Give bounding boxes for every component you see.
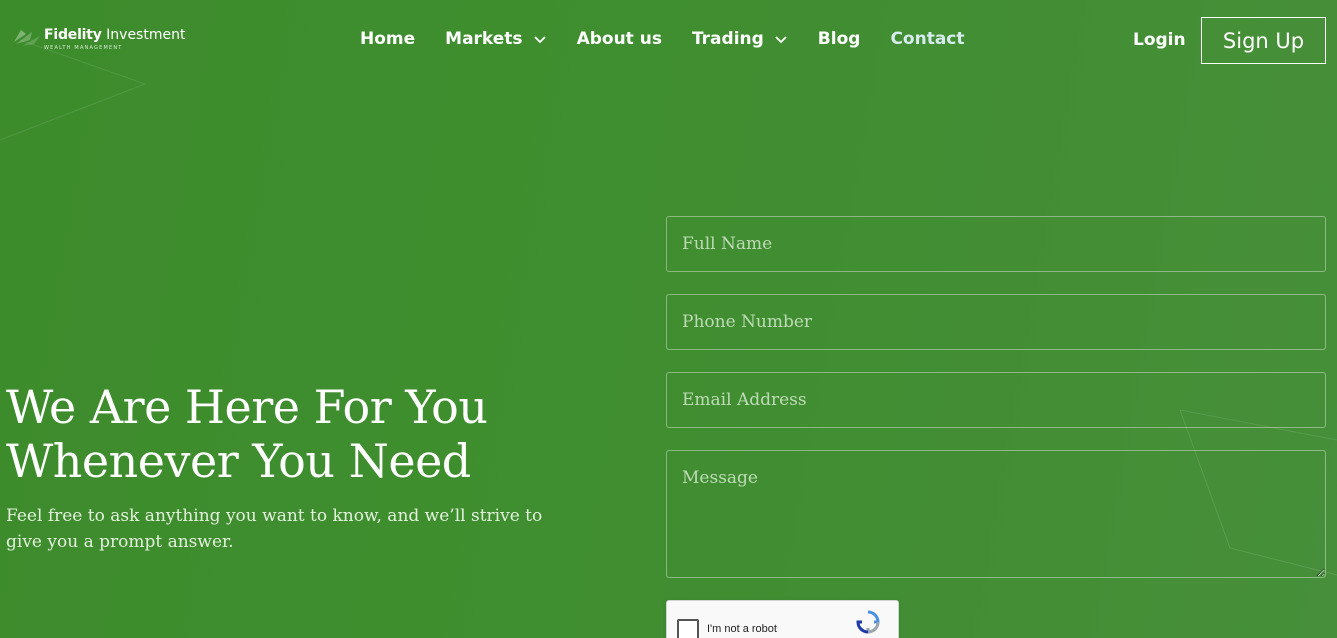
nav-item-about-us[interactable]: About us — [577, 27, 662, 51]
recaptcha-label: I'm not a robot — [707, 623, 777, 635]
brand-name-bold: Fidelity — [44, 27, 102, 43]
hero-subtitle: Feel free to ask anything you want to kn… — [6, 506, 543, 552]
hero-title-line-1: We Are Here For You — [6, 380, 488, 434]
nav-label: Markets — [445, 29, 523, 49]
nav-item-markets[interactable]: Markets — [445, 27, 546, 51]
recaptcha-icon — [856, 610, 880, 634]
email-address-input[interactable] — [666, 372, 1326, 428]
hero-title-line-2: Whenever You Need — [6, 434, 471, 488]
phone-number-input[interactable] — [666, 294, 1326, 350]
recaptcha-checkbox[interactable] — [677, 619, 699, 638]
nav-item-blog[interactable]: Blog — [818, 27, 861, 51]
nav-label: Trading — [691, 29, 764, 49]
nav-label: Blog — [817, 29, 861, 49]
brand-name: Fidelity Investment — [44, 26, 185, 44]
leaf-logo-icon — [14, 30, 40, 46]
nav-item-trading[interactable]: Trading — [692, 27, 788, 51]
brand-logo[interactable]: Fidelity Investment WEALTH MANAGEMENT — [12, 26, 185, 51]
nav-item-contact[interactable]: Contact — [890, 27, 964, 51]
nav-label: Contact — [890, 29, 965, 49]
full-name-input[interactable] — [666, 216, 1326, 272]
nav-label: Home — [360, 29, 416, 49]
recaptcha-widget: I'm not a robot — [666, 600, 899, 638]
brand-name-light: Investment — [106, 27, 186, 43]
hero-title: We Are Here For You Whenever You Need — [6, 380, 488, 488]
nav-item-home[interactable]: Home — [360, 27, 415, 51]
chevron-down-icon — [775, 36, 787, 44]
sign-up-button[interactable]: Sign Up — [1201, 17, 1326, 64]
main-nav: Home Markets About us Trading Blog Conta… — [360, 27, 995, 51]
login-link[interactable]: Login — [1133, 28, 1186, 52]
chevron-down-icon — [533, 36, 546, 44]
nav-label: About us — [576, 29, 662, 49]
brand-tagline: WEALTH MANAGEMENT — [44, 45, 123, 51]
message-textarea[interactable] — [666, 450, 1326, 578]
